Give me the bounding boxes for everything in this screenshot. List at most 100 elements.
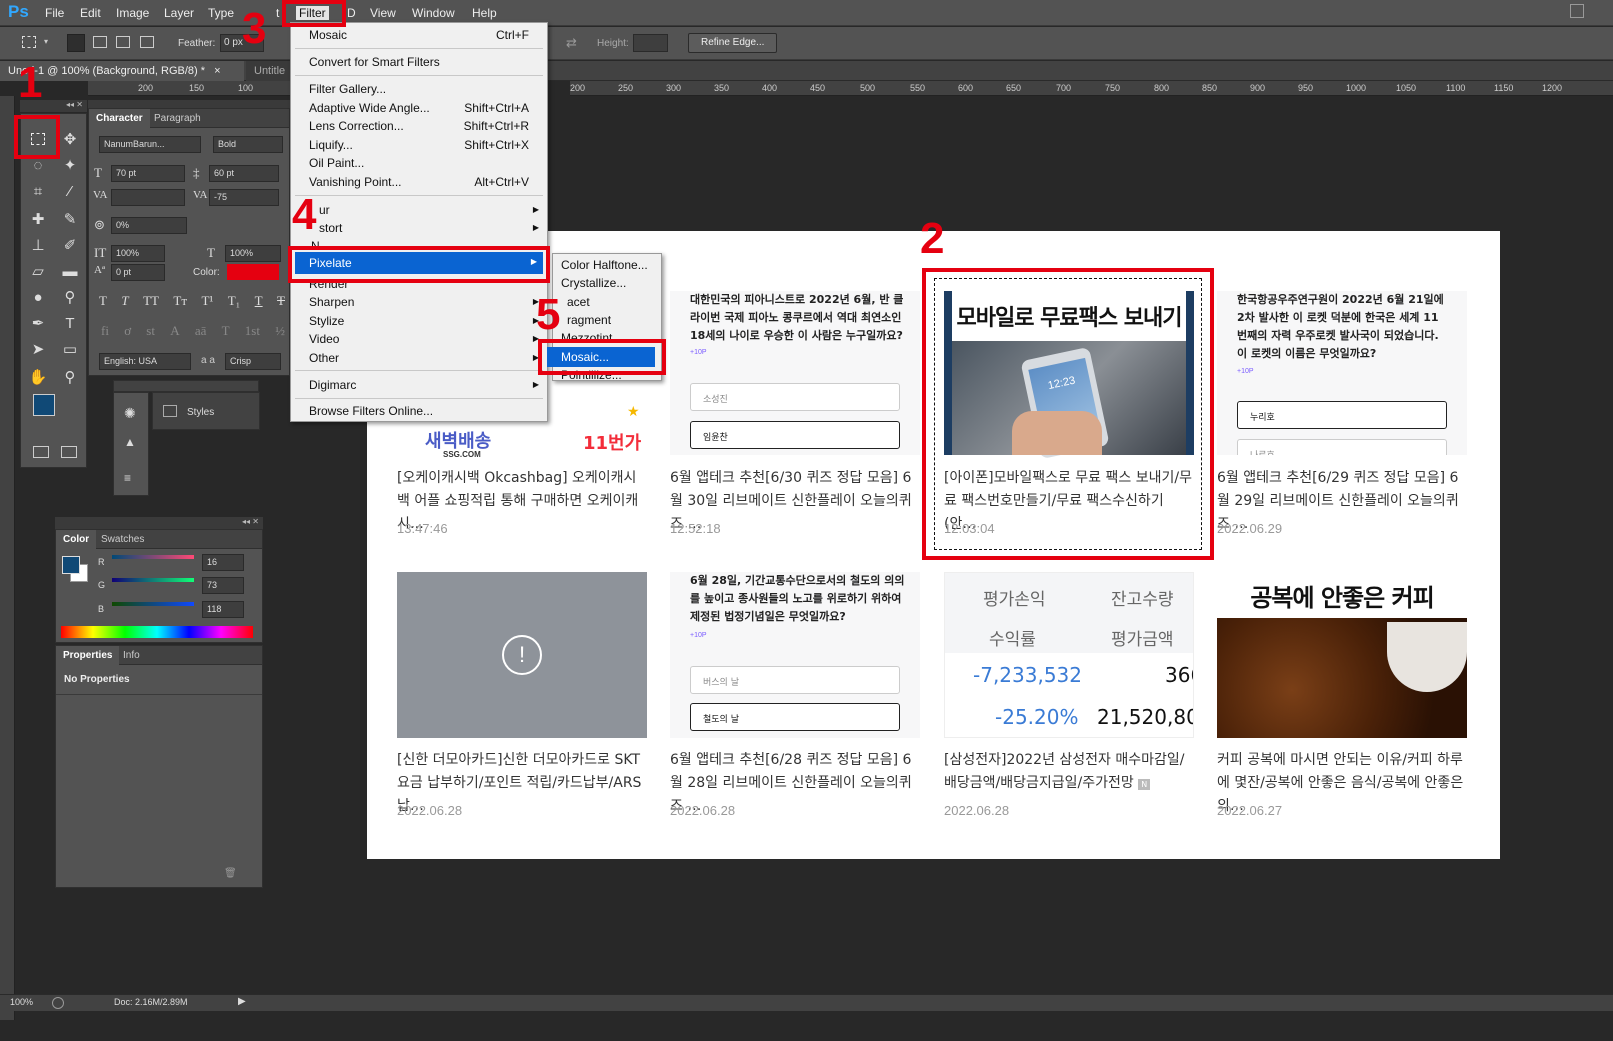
antialias-select[interactable]: Crisp (225, 353, 281, 370)
menu-item-adaptive-wide-angle[interactable]: Adaptive Wide Angle... (309, 101, 430, 115)
g-slider[interactable] (112, 578, 194, 582)
tab-paragraph[interactable]: Paragraph (147, 109, 208, 128)
r-input[interactable]: 16 (202, 554, 244, 571)
stylistic-button[interactable]: st (146, 323, 155, 339)
b-input[interactable]: 118 (202, 601, 244, 618)
history-brush-tool[interactable]: ✐ (57, 232, 83, 258)
menu-item-video[interactable]: Video (309, 332, 339, 346)
chevron-down-icon[interactable]: ▾ (44, 37, 48, 46)
vertical-ruler[interactable] (0, 96, 15, 1020)
faux-bold-button[interactable]: T (99, 293, 107, 309)
healing-brush-tool[interactable]: ✚ (25, 206, 51, 232)
crop-tool[interactable]: ⌗ (25, 178, 51, 204)
refine-edge-button[interactable]: Refine Edge... (688, 33, 778, 53)
foreground-color-swatch[interactable] (33, 394, 55, 416)
dodge-tool[interactable]: ⚲ (57, 284, 83, 310)
card-title[interactable]: [삼성전자]2022년 삼성전자 매수마감일/배당금액/배당금지급일/주가전망 … (944, 749, 1194, 795)
menu-item-filter-gallery[interactable]: Filter Gallery... (309, 82, 386, 96)
marquee-tool-preset-icon[interactable] (22, 36, 36, 48)
brush-presets-icon[interactable]: ▲ (124, 435, 136, 449)
window-control-icon[interactable] (1570, 4, 1584, 18)
tsume-input[interactable]: 0% (111, 217, 187, 234)
menu-item-other[interactable]: Other (309, 351, 339, 365)
tab-swatches[interactable]: Swatches (94, 530, 151, 549)
menu-item-distort[interactable]: stort (319, 221, 342, 235)
fractions-button[interactable]: ½ (275, 323, 285, 339)
new-selection-icon[interactable] (67, 34, 85, 52)
status-arrow-icon[interactable]: ▶ (238, 996, 246, 1007)
submenu-item-color-halftone[interactable]: Color Halftone... (561, 258, 648, 272)
font-size-input[interactable]: 70 pt (111, 165, 185, 182)
g-input[interactable]: 73 (202, 577, 244, 594)
superior-button[interactable]: 1st (245, 323, 260, 339)
stock-thumbnail[interactable]: 평가손익 잔고수량 수익률 평가금액 -7,233,532 366 -25.20… (944, 572, 1194, 738)
leading-input[interactable]: 60 pt (209, 165, 279, 182)
menu-item-convert-smart-filters[interactable]: Convert for Smart Filters (309, 55, 440, 69)
tab-untitled-2[interactable]: Untitle (246, 61, 292, 81)
quick-mask-icon[interactable] (33, 446, 49, 458)
coffee-thumbnail[interactable]: 공복에 안좋은 커피 (1217, 572, 1467, 738)
font-style-select[interactable]: Bold (213, 136, 283, 153)
swap-icon[interactable]: ⇄ (566, 35, 577, 51)
menu-image[interactable]: Image (116, 6, 149, 20)
swash-button[interactable]: A (170, 323, 179, 339)
r-slider[interactable] (112, 555, 194, 559)
b-slider[interactable] (112, 602, 194, 606)
all-caps-button[interactable]: TT (143, 293, 159, 309)
menu-item-digimarc[interactable]: Digimarc (309, 378, 356, 392)
share-icon[interactable] (52, 997, 64, 1009)
adjustments-icon[interactable]: ≡ (124, 471, 131, 485)
menu-item-vanishing-point[interactable]: Vanishing Point... (309, 175, 402, 189)
magic-wand-tool[interactable]: ✦ (57, 152, 83, 178)
add-selection-icon[interactable] (93, 36, 107, 48)
character-panel-header[interactable] (88, 100, 290, 108)
strikethrough-button[interactable]: T (277, 293, 285, 309)
menu-help[interactable]: Help (472, 6, 497, 20)
quiz-thumbnail[interactable]: 6월 28일, 기간교통수단으로서의 철도의 의의를 높이고 종사원들의 노고를… (670, 572, 920, 738)
screen-mode-icon[interactable] (61, 446, 77, 458)
menu-item-lens-correction[interactable]: Lens Correction... (309, 119, 404, 133)
menu-item-sharpen[interactable]: Sharpen (309, 295, 354, 309)
close-icon[interactable]: × (214, 65, 220, 77)
tab-info[interactable]: Info (116, 646, 147, 665)
move-tool[interactable]: ✥ (57, 126, 83, 152)
ordinals-button[interactable]: T (222, 323, 230, 339)
tab-character[interactable]: Character (89, 109, 150, 128)
underline-button[interactable]: T (255, 293, 263, 309)
horizontal-ruler[interactable]: 200 250 300 350 400 450 500 550 600 650 … (570, 81, 1613, 96)
height-input[interactable] (633, 34, 668, 52)
titling-button[interactable]: aā (195, 323, 207, 339)
tracking-input[interactable]: -75 (209, 189, 279, 206)
blur-tool[interactable]: ● (25, 284, 51, 310)
trash-icon[interactable]: 🗑 (224, 868, 237, 879)
color-ramp[interactable] (61, 626, 253, 638)
menu-item-blur[interactable]: ur (319, 203, 330, 217)
subtract-selection-icon[interactable] (116, 36, 130, 48)
menu-edit[interactable]: Edit (80, 6, 101, 20)
font-family-select[interactable]: NanumBarun... (99, 136, 201, 153)
quiz-thumbnail[interactable]: 한국항공우주연구원이 2022년 6월 21일에 2차 발사한 이 로켓 덕분에… (1217, 291, 1467, 455)
gradient-tool[interactable]: ▬ (57, 258, 83, 284)
brush-tool[interactable]: ✎ (57, 206, 83, 232)
menu-view[interactable]: View (370, 6, 396, 20)
styles-panel[interactable]: Styles (152, 392, 260, 430)
language-select[interactable]: English: USA (99, 353, 191, 370)
menu-type[interactable]: Type (208, 6, 234, 20)
menu-item-last-filter[interactable]: Mosaic (309, 28, 347, 42)
pen-tool[interactable]: ✒ (25, 310, 51, 336)
submenu-item-facet[interactable]: acet (567, 295, 590, 309)
menu-layer[interactable]: Layer (164, 6, 194, 20)
subscript-button[interactable]: T₁ (228, 293, 240, 309)
submenu-item-crystallize[interactable]: Crystallize... (561, 276, 626, 290)
vertical-scale-input[interactable]: 100% (111, 245, 165, 262)
baseline-shift-input[interactable]: 0 pt (111, 264, 165, 281)
discretionary-button[interactable]: ơ (124, 323, 131, 339)
clone-stamp-tool[interactable]: ⊥ (25, 232, 51, 258)
ligatures-button[interactable]: fi (101, 323, 109, 339)
intersect-selection-icon[interactable] (140, 36, 154, 48)
hand-tool[interactable]: ✋ (25, 364, 51, 390)
type-tool[interactable]: T (57, 310, 83, 336)
zoom-tool[interactable]: ⚲ (57, 364, 83, 390)
menu-item-oil-paint[interactable]: Oil Paint... (309, 156, 364, 170)
placeholder-thumbnail[interactable]: ! (397, 572, 647, 738)
